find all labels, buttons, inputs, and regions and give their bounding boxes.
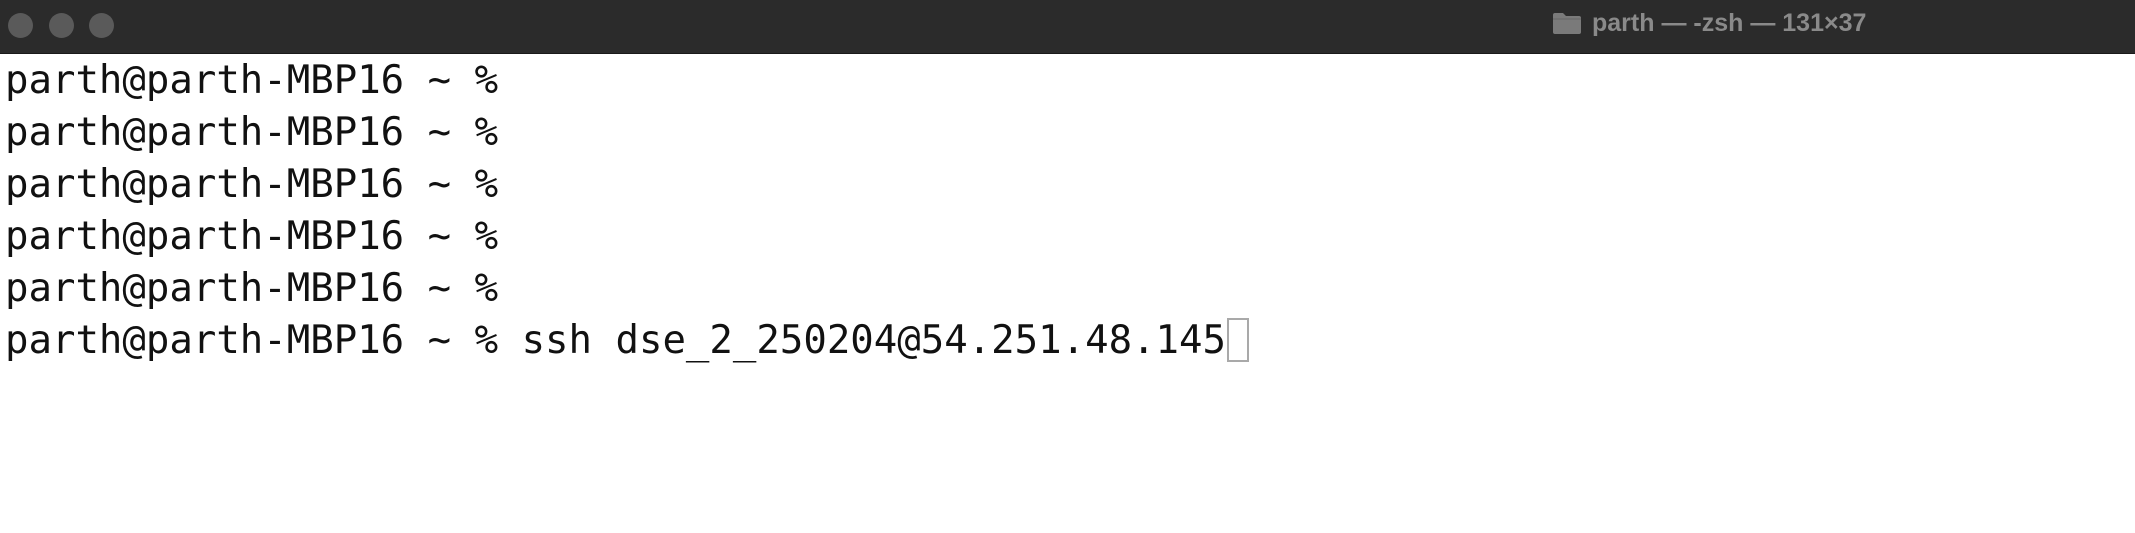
close-window-button[interactable]: [8, 13, 33, 38]
zoom-window-button[interactable]: [89, 13, 114, 38]
terminal-line: parth@parth-MBP16 ~ %: [5, 107, 498, 159]
terminal-content[interactable]: parth@parth-MBP16 ~ % parth@parth-MBP16 …: [0, 55, 2135, 533]
text-cursor: [1226, 318, 1249, 362]
window-title-group: parth — -zsh — 131×37: [1552, 0, 1866, 46]
shell-prompt: parth@parth-MBP16 ~ %: [5, 266, 499, 311]
shell-prompt: parth@parth-MBP16 ~ %: [5, 318, 499, 363]
shell-command-input[interactable]: ssh dse_2_250204@54.251.48.145: [498, 318, 1226, 363]
terminal-line: parth@parth-MBP16 ~ %: [5, 55, 498, 107]
folder-icon: [1553, 13, 1581, 34]
minimize-window-button[interactable]: [49, 13, 74, 38]
window-title: parth — -zsh — 131×37: [1592, 8, 1867, 37]
terminal-line-active[interactable]: parth@parth-MBP16 ~ % ssh dse_2_250204@5…: [5, 315, 1249, 367]
terminal-line: parth@parth-MBP16 ~ %: [5, 159, 498, 211]
terminal-line: parth@parth-MBP16 ~ %: [5, 211, 498, 263]
shell-prompt: parth@parth-MBP16 ~ %: [5, 58, 499, 103]
terminal-window: parth — -zsh — 131×37 parth@parth-MBP16 …: [0, 0, 2135, 533]
terminal-line: parth@parth-MBP16 ~ %: [5, 263, 498, 315]
shell-prompt: parth@parth-MBP16 ~ %: [5, 162, 499, 207]
shell-prompt: parth@parth-MBP16 ~ %: [5, 214, 499, 259]
shell-prompt: parth@parth-MBP16 ~ %: [5, 110, 499, 155]
title-bar[interactable]: parth — -zsh — 131×37: [0, 0, 2135, 54]
